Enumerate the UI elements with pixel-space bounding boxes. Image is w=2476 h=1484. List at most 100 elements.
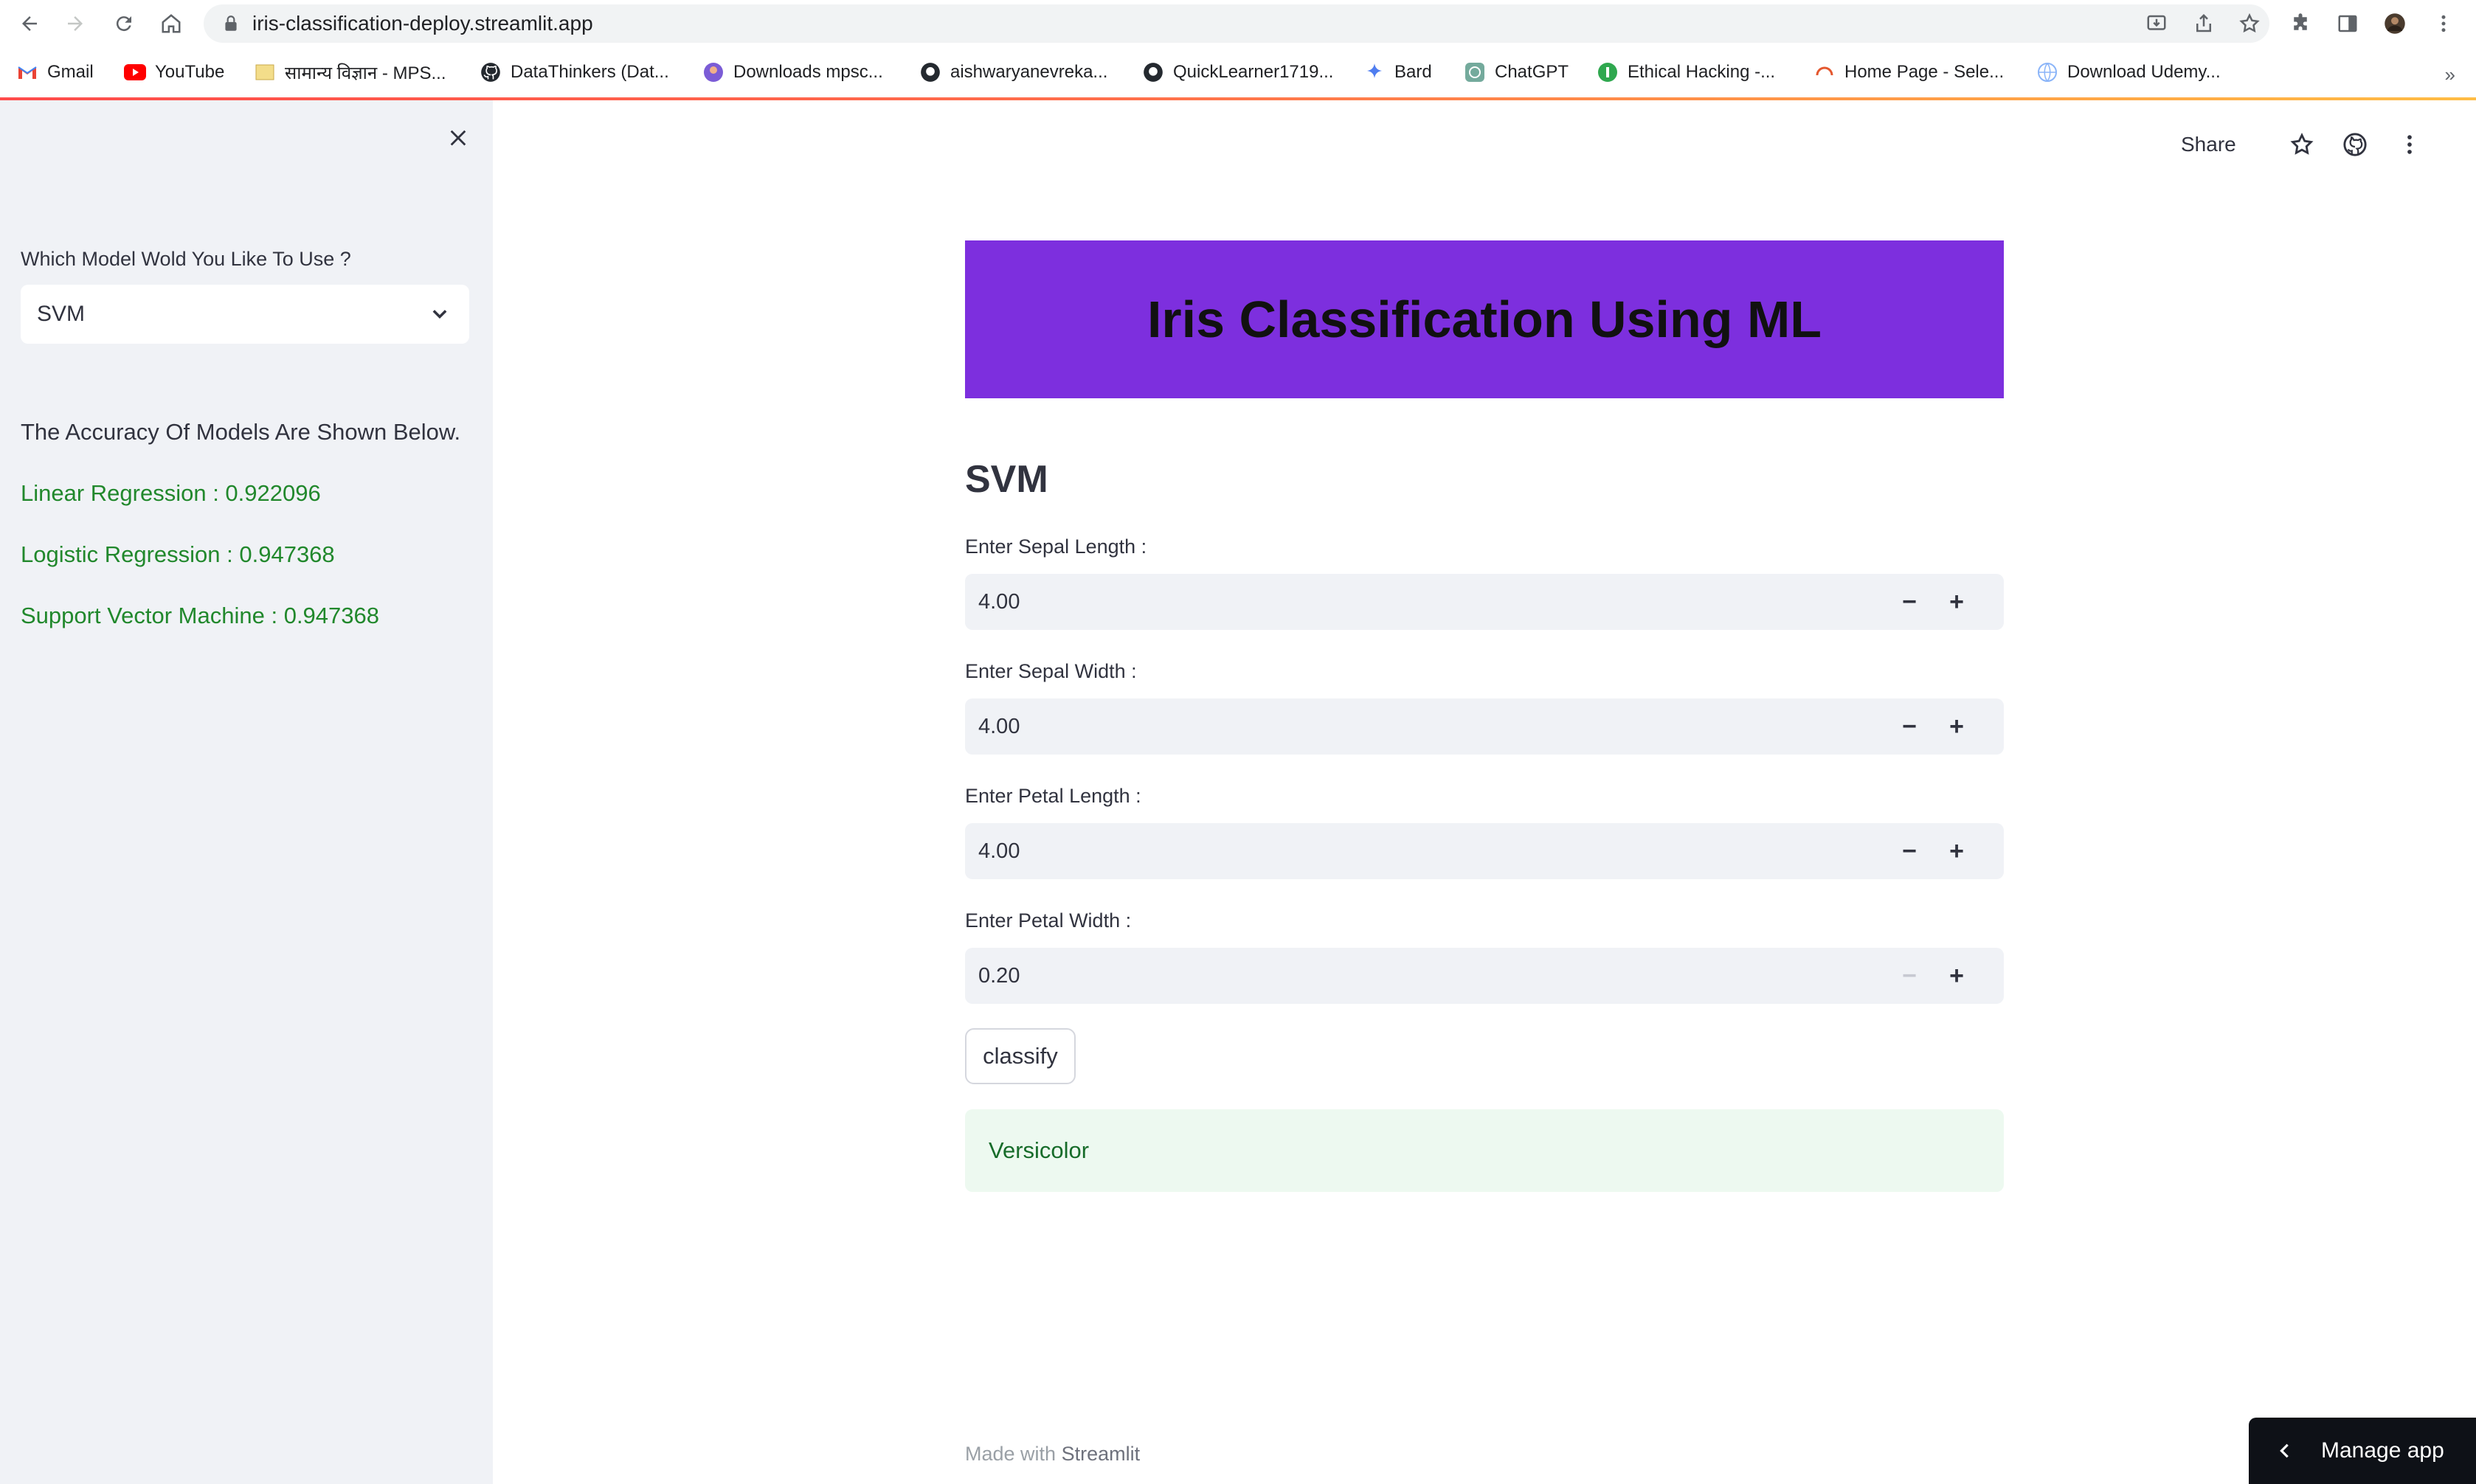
arrow-left-icon [22,16,37,31]
petal-width-value[interactable]: 0.20 [978,948,1020,1004]
app-menu-button[interactable] [2395,130,2424,159]
bookmark-datathinkers[interactable]: DataThinkers (Dat... [480,58,669,87]
sidebar: Which Model Wold You Like To Use ? SVM T… [0,100,493,1484]
youtube-icon [124,61,146,83]
github-button[interactable] [2340,130,2370,159]
page-icon [254,61,276,83]
bookmark-home-page[interactable]: Home Page - Sele... [1813,58,2004,87]
star-icon [2290,132,2314,155]
bookmark-youtube[interactable]: YouTube [124,58,224,87]
prediction-result: Versicolor [965,1109,2004,1192]
github-icon [480,61,502,83]
url-text: iris-classification-deploy.streamlit.app [252,12,593,35]
model-select-value: SVM [37,302,86,326]
close-sidebar-button[interactable] [441,121,475,155]
bard-icon [1363,61,1386,83]
avatar [2385,13,2405,34]
share-button[interactable]: Share [2181,133,2236,156]
selenium-icon [1813,61,1836,83]
classify-button[interactable]: classify [965,1028,1076,1084]
bookmark-bard[interactable]: Bard [1363,58,1432,87]
petal-length-label: Enter Petal Length : [965,785,1141,807]
home-icon [162,14,181,33]
accuracy-svm: Support Vector Machine : 0.947368 [21,603,379,628]
lock-icon [225,15,237,31]
petal-width-input[interactable]: 0.20 − + [965,948,2004,1004]
sepal-length-input[interactable]: 4.00 − + [965,574,2004,630]
hacking-icon [1597,61,1619,83]
petal-width-label: Enter Petal Width : [965,909,1132,932]
home-button[interactable] [153,6,189,41]
globe-icon [2036,61,2058,83]
petal-length-decrement-button[interactable]: − [1886,823,1933,879]
petal-length-input[interactable]: 4.00 − + [965,823,2004,879]
kebab-menu-icon [2407,135,2412,154]
sepal-width-decrement-button[interactable]: − [1886,698,1933,755]
manage-app-button[interactable]: Manage app [2249,1418,2476,1484]
accuracy-logistic-regression: Logistic Regression : 0.947368 [21,541,335,567]
bookmark-mps[interactable]: सामान्य विज्ञान - MPS... [254,58,446,87]
model-select[interactable]: SVM [21,285,469,344]
petal-length-value[interactable]: 4.00 [978,823,1020,879]
side-panel-button[interactable] [2330,6,2365,41]
puzzle-icon [2294,13,2307,30]
arrow-right-icon [68,16,83,31]
prediction-text: Versicolor [989,1137,1090,1163]
chatgpt-icon [1464,61,1486,83]
sepal-width-value[interactable]: 4.00 [978,698,1020,755]
main-content: Share Iris Classification Using ML SVM E… [493,100,2476,1484]
favorite-app-button[interactable] [2287,130,2317,159]
bookmarks-bar: Gmail YouTube सामान्य विज्ञान - MPS... D… [0,47,2476,97]
bookmark-chatgpt[interactable]: ChatGPT [1464,58,1569,87]
petal-width-decrement-button[interactable]: − [1886,948,1933,1004]
share-page-icon[interactable] [2193,13,2215,35]
bookmark-downloads[interactable]: Downloads mpsc... [702,58,883,87]
side-panel-icon [2338,15,2357,32]
sepal-length-value[interactable]: 4.00 [978,574,1020,630]
sepal-length-label: Enter Sepal Length : [965,535,1147,558]
accuracy-linear-regression: Linear Regression : 0.922096 [21,480,321,506]
bookmark-quicklearner[interactable]: QuickLearner1719... [1142,58,1333,87]
browser-menu-button[interactable] [2426,6,2461,41]
github-icon [2343,133,2367,156]
extensions-button[interactable] [2283,6,2318,41]
close-icon [450,130,466,146]
install-icon[interactable] [2145,13,2168,35]
browser-window: iris-classification-deploy.streamlit.app… [0,0,2476,1484]
profile-icon [702,61,725,83]
sepal-length-decrement-button[interactable]: − [1886,574,1933,630]
sepal-width-label: Enter Sepal Width : [965,660,1137,682]
forward-button[interactable] [58,6,93,41]
petal-width-increment-button[interactable]: + [1933,948,1980,1004]
app-header: Share [2181,115,2476,181]
back-button[interactable] [12,6,47,41]
github-icon [919,61,941,83]
sepal-width-input[interactable]: 4.00 − + [965,698,2004,755]
made-with-text: Made with [965,1443,1057,1465]
streamlit-link[interactable]: Streamlit [1062,1443,1141,1465]
sepal-length-increment-button[interactable]: + [1933,574,1980,630]
reload-button[interactable] [106,6,142,41]
reload-icon [116,16,131,32]
profile-button[interactable] [2377,6,2413,41]
kebab-menu-icon [2441,15,2446,32]
bookmark-star-icon[interactable] [2238,13,2261,35]
bookmark-gmail[interactable]: Gmail [16,58,94,87]
sepal-width-increment-button[interactable]: + [1933,698,1980,755]
accuracy-heading: The Accuracy Of Models Are Shown Below. [21,419,461,445]
bookmark-udemy[interactable]: Download Udemy... [2036,58,2221,87]
chevron-down-icon [432,310,447,319]
footer: Made with Streamlit [965,1443,1140,1466]
gmail-icon [16,61,38,83]
github-icon [1142,61,1164,83]
model-heading: SVM [965,458,1048,501]
page-title: Iris Classification Using ML [1147,291,1822,348]
petal-length-increment-button[interactable]: + [1933,823,1980,879]
title-banner: Iris Classification Using ML [965,240,2004,398]
more-bookmarks-button[interactable]: » [2445,63,2455,86]
model-select-label: Which Model Wold You Like To Use ? [21,248,351,270]
chevron-left-icon [2280,1443,2289,1458]
address-bar[interactable]: iris-classification-deploy.streamlit.app [204,4,2269,43]
bookmark-ethical-hacking[interactable]: Ethical Hacking -... [1597,58,1775,87]
bookmark-aishwarya[interactable]: aishwaryanevreka... [919,58,1107,87]
